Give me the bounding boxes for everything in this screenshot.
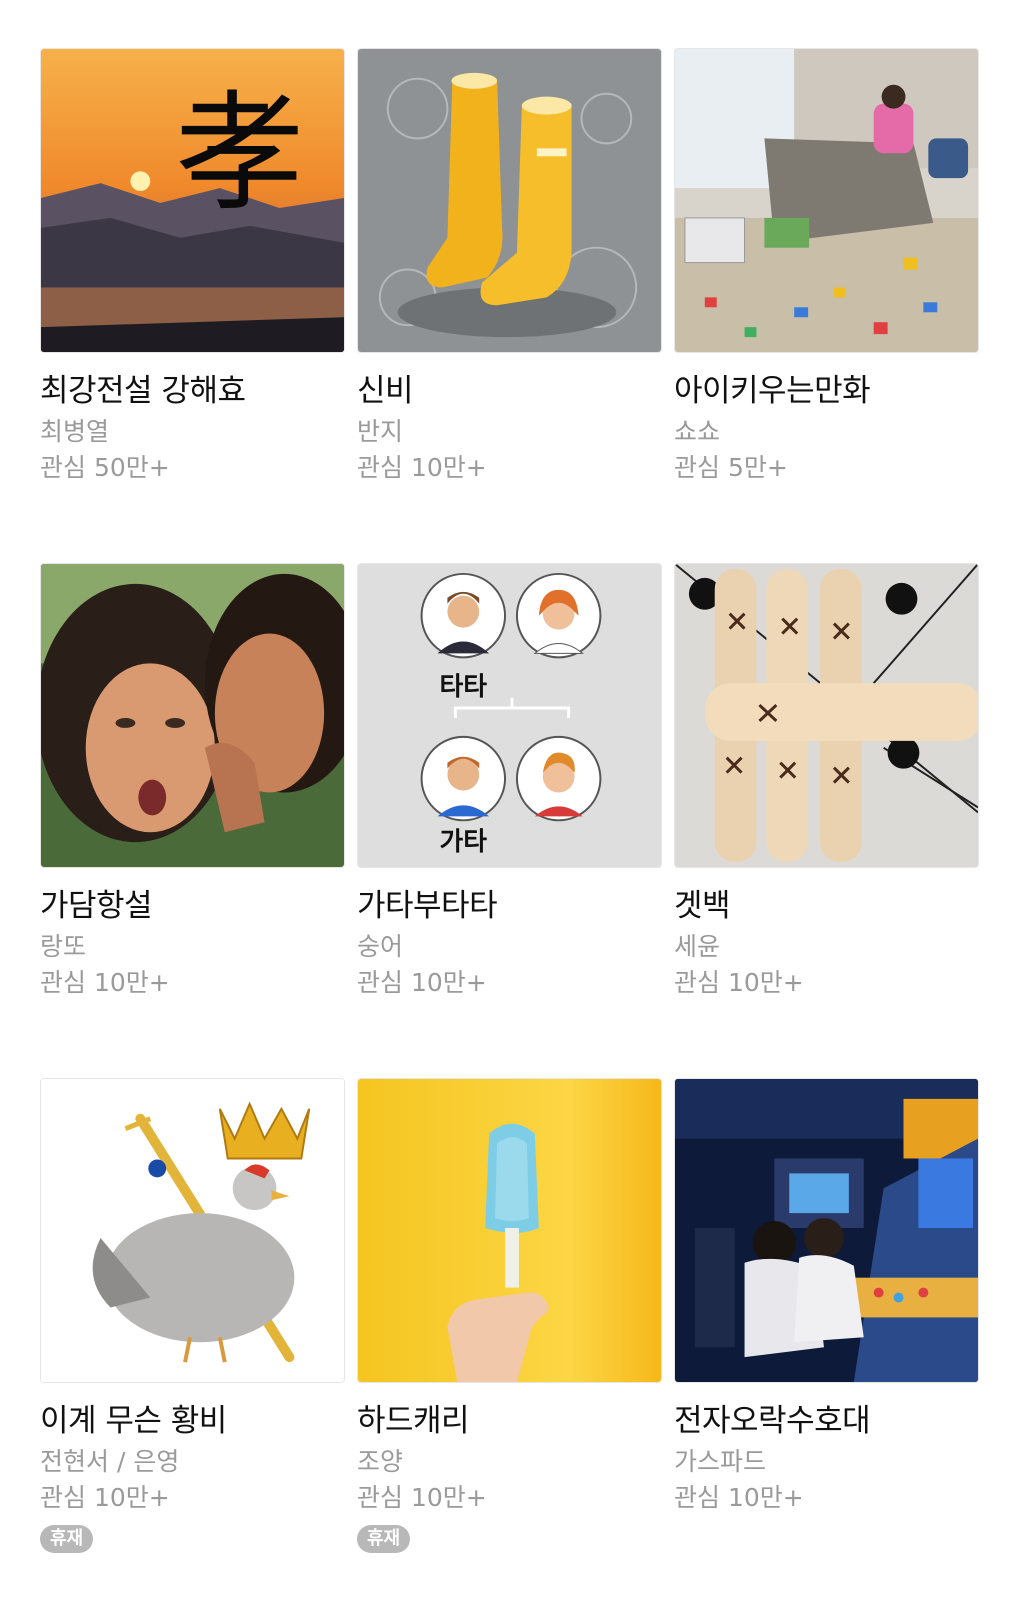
webtoon-title[interactable]: 이계 무슨 황비: [40, 1401, 345, 1441]
webtoon-author: 반지: [357, 417, 404, 446]
interest-count: 관심 10만+: [357, 1483, 487, 1512]
webtoon-author: 조양: [357, 1447, 404, 1476]
webtoon-author: 최병열: [40, 417, 110, 446]
webtoon-title[interactable]: 겟백: [674, 886, 979, 926]
webtoon-author: 쇼쇼: [674, 417, 721, 446]
webtoon-author: 가스파드: [674, 1447, 767, 1476]
webtoon-title[interactable]: 전자오락수호대: [674, 1401, 979, 1441]
thumbnail[interactable]: [674, 563, 979, 868]
webtoon-card[interactable]: 전자오락수호대 가스파드 관심 10만+: [674, 1078, 979, 1515]
family-tree-icon: 타타 가타: [358, 564, 661, 867]
webtoon-title[interactable]: 최강전설 강해효: [40, 371, 345, 411]
thumbnail[interactable]: [40, 563, 345, 868]
interest-count: 관심 10만+: [40, 968, 170, 997]
hiatus-badge: 휴재: [40, 1525, 94, 1553]
svg-text:孝: 孝: [175, 79, 304, 229]
webtoon-card[interactable]: 가담항설 랑또 관심 10만+: [40, 563, 345, 1000]
webtoon-card[interactable]: 아이키우는만화 쇼쇼 관심 5만+: [674, 48, 979, 485]
crowned-chicken-icon: [41, 1079, 344, 1382]
svg-text:가타: 가타: [440, 827, 488, 857]
interest-count: 관심 5만+: [674, 453, 788, 482]
interest-count: 관심 50만+: [40, 453, 170, 482]
webtoon-author: 전현서 / 은영: [40, 1447, 180, 1476]
webtoon-card[interactable]: 타타 가타 가타부타타 숭어 관심 10만+: [357, 563, 662, 1000]
svg-text:타타: 타타: [440, 672, 488, 702]
interest-count: 관심 10만+: [674, 968, 804, 997]
webtoon-title[interactable]: 가담항설: [40, 886, 345, 926]
interest-count: 관심 10만+: [674, 1483, 804, 1512]
messy-living-room-icon: [675, 49, 978, 352]
webtoon-author: 숭어: [357, 932, 404, 961]
webtoon-author: 세윤: [674, 932, 721, 961]
yellow-rain-boots-icon: [358, 49, 661, 352]
interest-count: 관심 10만+: [40, 1483, 170, 1512]
webtoon-card[interactable]: 孝 최강전설 강해효 최병열 관심 50만+: [40, 48, 345, 485]
interest-count: 관심 10만+: [357, 453, 487, 482]
thumbnail[interactable]: [674, 48, 979, 353]
interest-count: 관심 10만+: [357, 968, 487, 997]
webtoon-card[interactable]: 이계 무슨 황비 전현서 / 은영 관심 10만+ 휴재: [40, 1078, 345, 1553]
thumbnail[interactable]: [40, 1078, 345, 1383]
webtoon-card[interactable]: 신비 반지 관심 10만+: [357, 48, 662, 485]
webtoon-title[interactable]: 하드캐리: [357, 1401, 662, 1441]
webtoon-title[interactable]: 신비: [357, 371, 662, 411]
webtoon-title[interactable]: 가타부타타: [357, 886, 662, 926]
webtoon-author: 랑또: [40, 932, 87, 961]
thumbnail[interactable]: 孝: [40, 48, 345, 353]
hiatus-badge: 휴재: [357, 1525, 411, 1553]
sunset-mountain-hanja-icon: 孝: [41, 49, 344, 352]
wooden-yut-sticks-icon: [675, 564, 978, 867]
thumbnail[interactable]: [674, 1078, 979, 1383]
webtoon-card[interactable]: 겟백 세윤 관심 10만+: [674, 563, 979, 1000]
webtoon-title[interactable]: 아이키우는만화: [674, 371, 979, 411]
blue-popsicle-icon: [358, 1079, 661, 1382]
thumbnail[interactable]: [357, 1078, 662, 1383]
webtoon-card[interactable]: 하드캐리 조양 관심 10만+ 휴재: [357, 1078, 662, 1553]
thumbnail[interactable]: [357, 48, 662, 353]
arcade-room-icon: [675, 1079, 978, 1382]
thumbnail[interactable]: 타타 가타: [357, 563, 662, 868]
whispering-women-icon: [41, 564, 344, 867]
